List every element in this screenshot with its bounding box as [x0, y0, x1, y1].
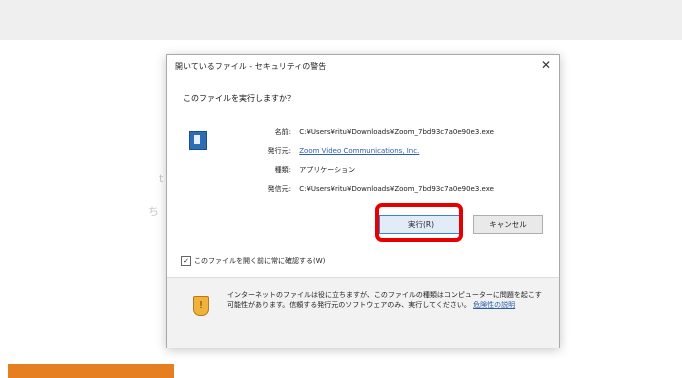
confirm-checkbox-row[interactable]: ✓ このファイルを開く前に常に確認する(W): [181, 256, 325, 266]
app-file-icon: [189, 131, 207, 150]
browser-top-bar: [0, 0, 682, 40]
field-publisher-label: 発行元:: [267, 147, 291, 155]
field-name-label: 名前:: [274, 128, 291, 136]
risk-explanation-link[interactable]: 危険性の説明: [473, 301, 515, 309]
shield-warning-icon: !: [193, 296, 209, 316]
close-icon[interactable]: ✕: [541, 58, 551, 72]
field-from: 発信元: C:¥Users¥ritu¥Downloads¥Zoom_7bd93c…: [249, 184, 549, 194]
warning-panel: ! インターネットのファイルは役に立ちますが、このファイルの種類はコンピューター…: [167, 277, 559, 348]
field-type: 種類: アプリケーション: [249, 165, 549, 175]
field-publisher: 発行元: Zoom Video Communications, Inc.: [249, 146, 549, 156]
field-from-value: C:¥Users¥ritu¥Downloads¥Zoom_7bd93c7a0e9…: [299, 185, 494, 193]
warning-text-block: インターネットのファイルは役に立ちますが、このファイルの種類はコンピューターに問…: [227, 290, 543, 310]
security-warning-dialog: 開いているファイル - セキュリティの警告 ✕ このファイルを実行しますか？ 名…: [166, 54, 560, 348]
field-name-value: C:¥Users¥ritu¥Downloads¥Zoom_7bd93c7a0e9…: [299, 128, 494, 136]
confirm-checkbox[interactable]: ✓: [181, 256, 191, 266]
background-glyph-2: ち: [148, 205, 159, 218]
cancel-button[interactable]: キャンセル: [473, 215, 543, 234]
run-question: このファイルを実行しますか？: [183, 94, 295, 103]
dialog-title: 開いているファイル - セキュリティの警告: [175, 62, 327, 71]
publisher-link[interactable]: Zoom Video Communications, Inc.: [299, 147, 419, 155]
field-from-label: 発信元:: [267, 185, 291, 193]
field-type-value: アプリケーション: [299, 166, 356, 174]
orange-accent-bar: [8, 364, 174, 378]
background-glyph-1: t: [159, 172, 164, 185]
field-type-label: 種類:: [274, 166, 291, 174]
confirm-checkbox-label[interactable]: このファイルを開く前に常に確認する(W): [194, 256, 325, 266]
field-name: 名前: C:¥Users¥ritu¥Downloads¥Zoom_7bd93c7…: [249, 127, 549, 137]
run-button-highlight: [375, 203, 463, 242]
